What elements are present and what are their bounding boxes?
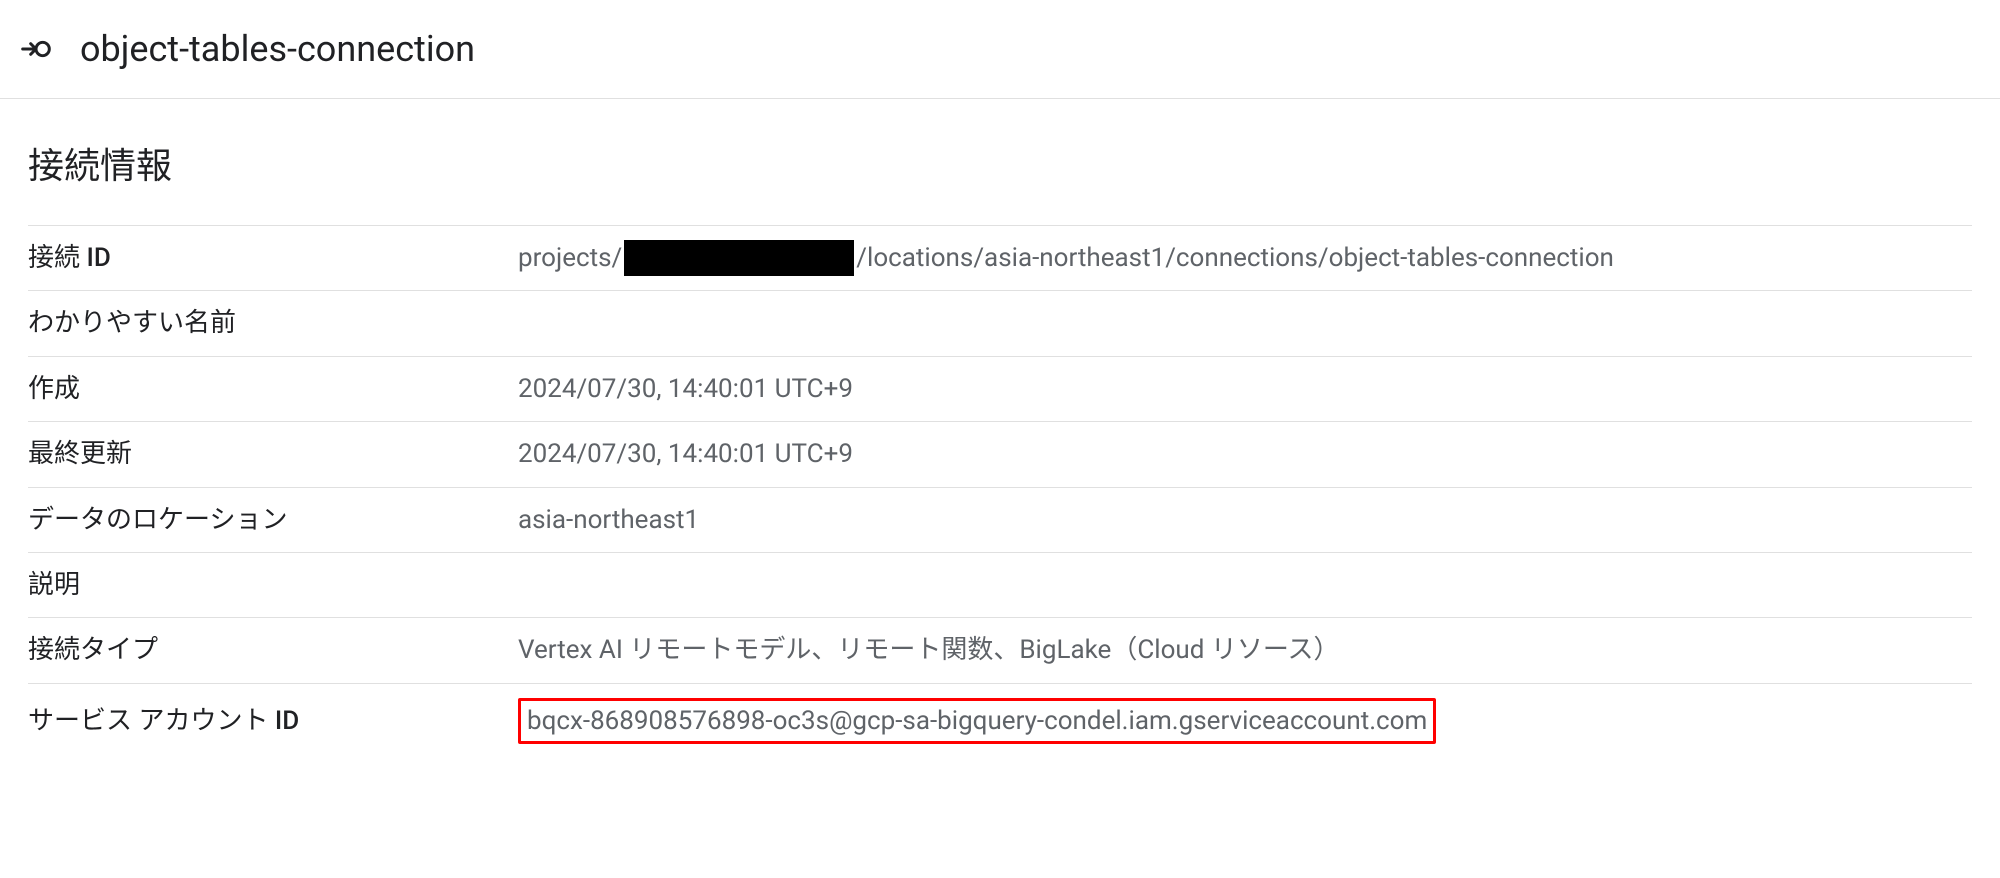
label-text: サービス アカウント: [28, 706, 275, 736]
page-header: object-tables-connection: [0, 0, 2000, 99]
content-area: 接続情報 接続 ID projects/ /locations/asia-nor…: [0, 99, 2000, 778]
label-text: 接続: [28, 243, 86, 273]
value-friendly-name: [518, 291, 1972, 356]
row-connection-id: 接続 ID projects/ /locations/asia-northeas…: [28, 226, 1972, 291]
connection-icon: [20, 33, 52, 65]
row-last-updated: 最終更新 2024/07/30, 14:40:01 UTC+9: [28, 422, 1972, 487]
label-connection-type: 接続タイプ: [28, 618, 518, 683]
label-service-account-id: サービス アカウント ID: [28, 683, 518, 758]
value-description: [518, 552, 1972, 617]
value-data-location: asia-northeast1: [518, 487, 1972, 552]
connection-id-prefix: projects/: [518, 240, 622, 276]
row-connection-type: 接続タイプ Vertex AI リモートモデル、リモート関数、BigLake（C…: [28, 618, 1972, 683]
section-title: 接続情報: [28, 137, 1972, 189]
row-service-account-id: サービス アカウント ID bqcx-868908576898-oc3s@gcp…: [28, 683, 1972, 758]
label-id-suffix: ID: [275, 706, 299, 736]
value-created: 2024/07/30, 14:40:01 UTC+9: [518, 356, 1972, 421]
label-last-updated: 最終更新: [28, 422, 518, 487]
value-service-account-id: bqcx-868908576898-oc3s@gcp-sa-bigquery-c…: [518, 683, 1972, 758]
row-description: 説明: [28, 552, 1972, 617]
row-friendly-name: わかりやすい名前: [28, 291, 1972, 356]
connection-id-suffix: /locations/asia-northeast1/connections/o…: [856, 240, 1614, 276]
label-description: 説明: [28, 552, 518, 617]
label-friendly-name: わかりやすい名前: [28, 291, 518, 356]
row-created: 作成 2024/07/30, 14:40:01 UTC+9: [28, 356, 1972, 421]
label-connection-id: 接続 ID: [28, 226, 518, 291]
connection-info-table: 接続 ID projects/ /locations/asia-northeas…: [28, 225, 1972, 758]
label-data-location: データのロケーション: [28, 487, 518, 552]
value-connection-id: projects/ /locations/asia-northeast1/con…: [518, 226, 1972, 291]
label-id-suffix: ID: [86, 243, 110, 273]
redacted-project-id: [624, 240, 854, 276]
row-data-location: データのロケーション asia-northeast1: [28, 487, 1972, 552]
value-last-updated: 2024/07/30, 14:40:01 UTC+9: [518, 422, 1972, 487]
page-title: object-tables-connection: [80, 28, 475, 70]
label-created: 作成: [28, 356, 518, 421]
service-account-highlight: bqcx-868908576898-oc3s@gcp-sa-bigquery-c…: [518, 698, 1436, 744]
value-connection-type: Vertex AI リモートモデル、リモート関数、BigLake（Cloud リ…: [518, 618, 1972, 683]
